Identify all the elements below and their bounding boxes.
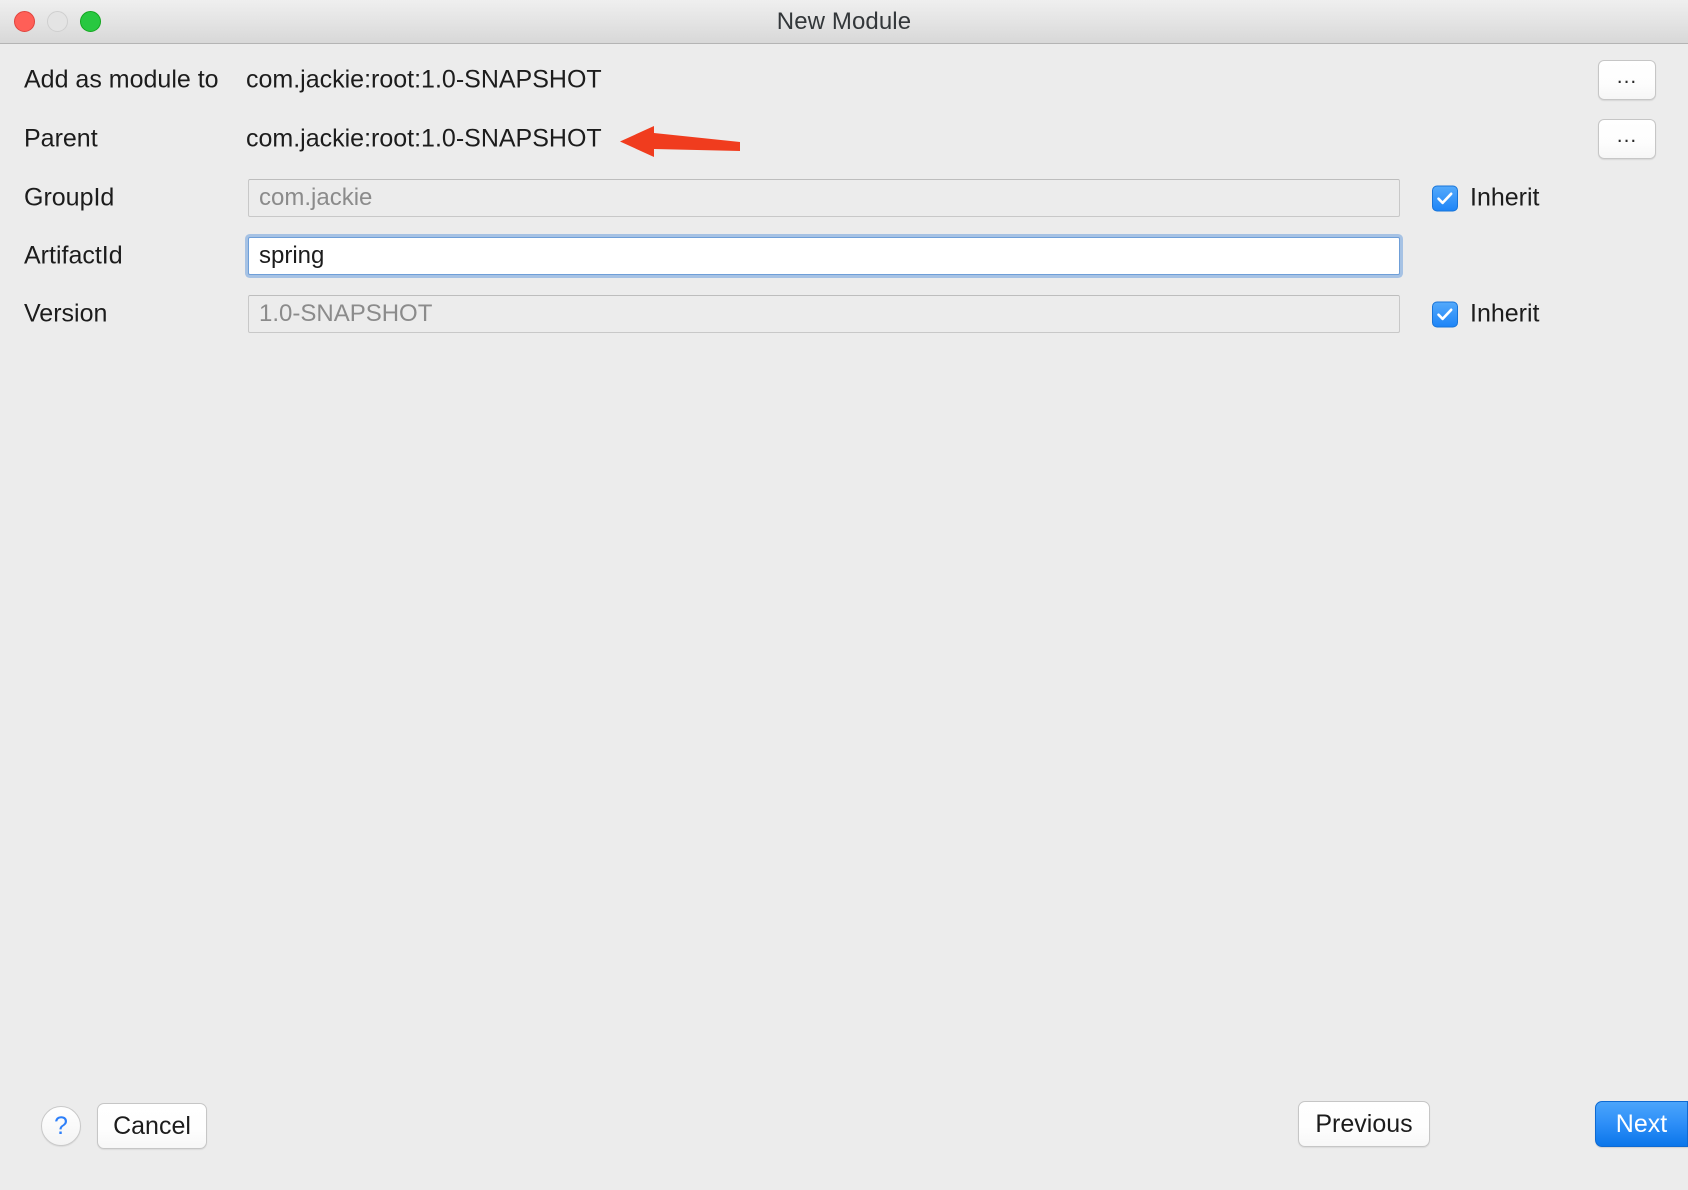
label-parent: Parent [24,124,98,153]
row-artifactid: ArtifactId spring [0,234,1688,278]
next-button[interactable]: Next [1595,1101,1688,1147]
groupid-inherit-label: Inherit [1470,183,1540,212]
browse-add-as-module-to-button[interactable]: ... [1598,60,1656,100]
row-version: Version 1.0-SNAPSHOT Inherit [0,292,1688,336]
row-add-as-module-to: Add as module to com.jackie:root:1.0-SNA… [0,58,1688,102]
label-version: Version [24,299,108,328]
dialog-footer: ? Cancel Previous Next [0,1080,1688,1190]
window-title: New Module [776,8,912,35]
label-add-as-module-to: Add as module to [24,65,219,94]
version-inherit-checkbox[interactable]: Inherit [1432,300,1539,329]
previous-button[interactable]: Previous [1298,1101,1430,1147]
row-parent: Parent com.jackie:root:1.0-SNAPSHOT ... [0,117,1688,161]
version-input[interactable]: 1.0-SNAPSHOT [248,295,1400,333]
label-groupid: GroupId [24,183,115,212]
help-button[interactable]: ? [41,1106,81,1146]
version-inherit-label: Inherit [1470,299,1540,328]
groupid-input[interactable]: com.jackie [248,179,1400,217]
browse-parent-button[interactable]: ... [1598,119,1656,159]
checkbox-checked-icon[interactable] [1432,301,1458,327]
value-parent: com.jackie:root:1.0-SNAPSHOT [246,124,602,153]
cancel-button[interactable]: Cancel [97,1103,207,1149]
window-titlebar: New Module [0,0,1688,44]
row-groupid: GroupId com.jackie Inherit [0,176,1688,220]
checkbox-checked-icon[interactable] [1432,185,1458,211]
artifactid-input[interactable]: spring [248,237,1400,275]
value-add-as-module-to: com.jackie:root:1.0-SNAPSHOT [246,65,602,94]
label-artifactid: ArtifactId [24,241,123,270]
groupid-inherit-checkbox[interactable]: Inherit [1432,184,1539,213]
